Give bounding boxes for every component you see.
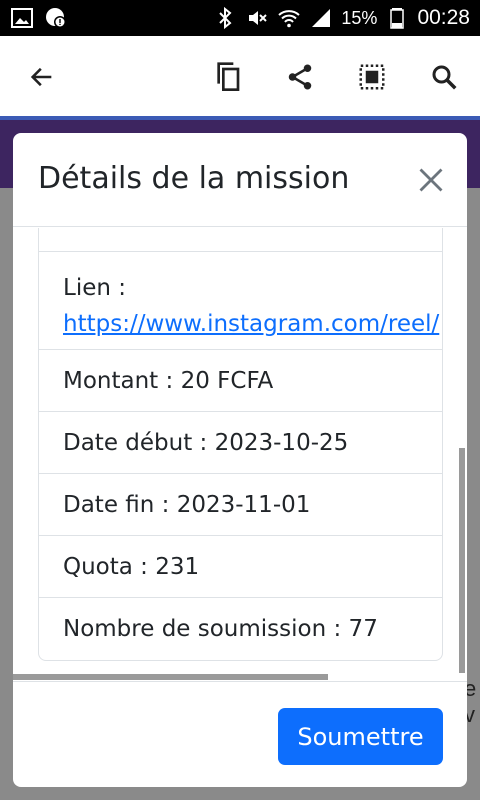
status-bar: 15% 00:28 <box>0 0 480 36</box>
signal-icon <box>309 6 333 30</box>
list-item <box>39 228 442 252</box>
search-icon[interactable] <box>426 59 462 95</box>
modal-header: Détails de la mission <box>13 133 467 227</box>
back-arrow-icon[interactable] <box>24 59 60 95</box>
list-item-date-debut: Date début : 2023-10-25 <box>39 412 442 474</box>
wifi-icon <box>277 6 301 30</box>
list-item-date-fin: Date fin : 2023-11-01 <box>39 474 442 536</box>
gallery-icon <box>10 6 34 30</box>
submit-button[interactable]: Soumettre <box>278 708 443 765</box>
close-button[interactable] <box>417 166 445 194</box>
select-all-icon[interactable] <box>354 59 390 95</box>
horizontal-scrollbar[interactable] <box>13 674 328 680</box>
notification-icon <box>44 6 68 30</box>
battery-icon <box>385 6 409 30</box>
list-item-montant: Montant : 20 FCFA <box>39 350 442 412</box>
list-item-nombre-soumission: Nombre de soumission : 77 <box>63 616 378 642</box>
mute-icon <box>245 6 269 30</box>
modal-footer: Soumettre <box>13 681 467 787</box>
list-item-quota: Quota : 231 <box>39 536 442 598</box>
copy-icon[interactable] <box>210 59 246 95</box>
list-item-lien: Lien : https://www.instagram.com/reel/ <box>39 252 442 350</box>
modal-title: Détails de la mission <box>38 161 350 196</box>
vertical-scrollbar[interactable] <box>459 448 465 673</box>
modal-body[interactable]: Lien : https://www.instagram.com/reel/ M… <box>13 228 467 682</box>
clock: 00:28 <box>417 6 470 29</box>
bluetooth-icon <box>213 6 237 30</box>
lien-link[interactable]: https://www.instagram.com/reel/ <box>63 306 439 342</box>
lien-label: Lien : <box>63 275 126 301</box>
battery-percent: 15% <box>341 7 378 28</box>
close-icon <box>419 168 443 192</box>
mission-details-list: Lien : https://www.instagram.com/reel/ M… <box>38 228 443 661</box>
mission-details-modal: Détails de la mission Lien : https://www… <box>13 133 467 787</box>
browser-toolbar <box>0 36 480 118</box>
share-icon[interactable] <box>282 59 318 95</box>
